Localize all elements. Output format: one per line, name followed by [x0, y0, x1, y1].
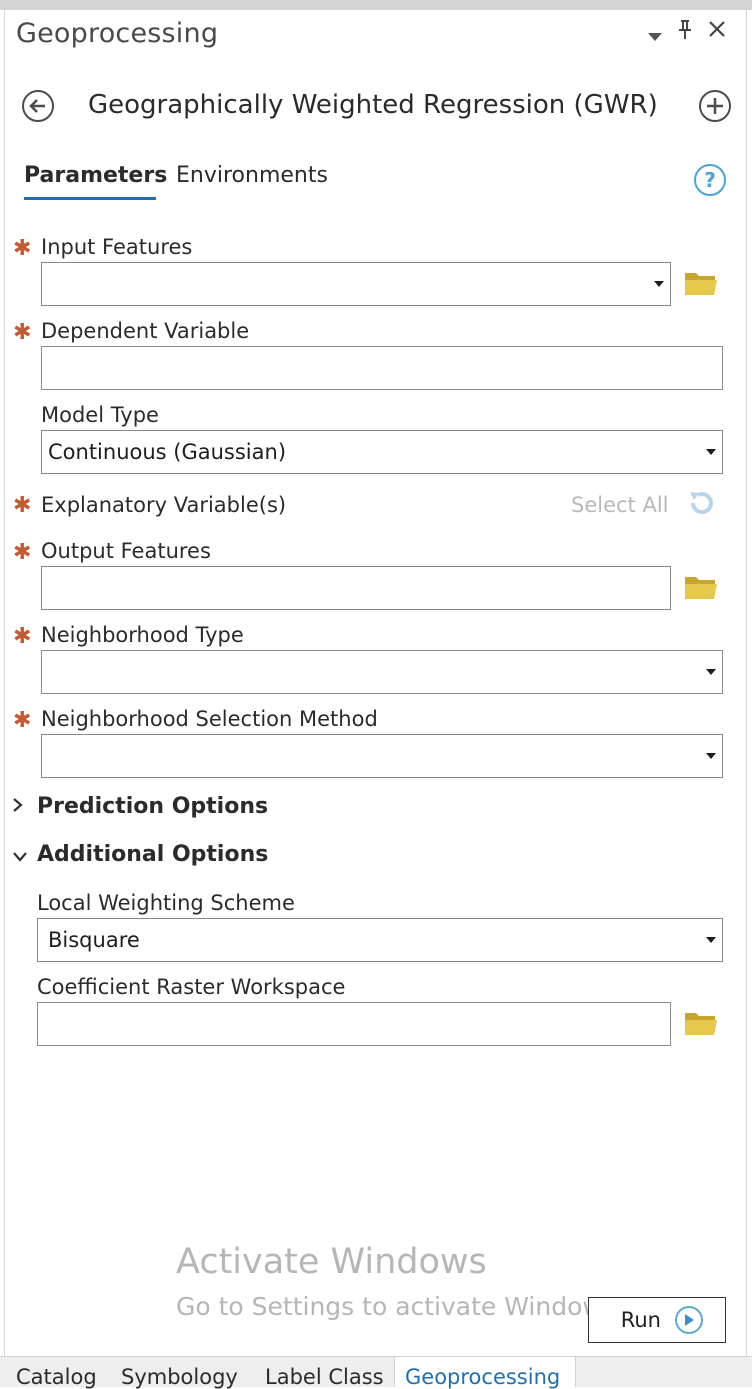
dropdown-caret-icon[interactable] [654, 281, 664, 287]
model-type-label: Model Type [41, 403, 159, 427]
input-features-field[interactable] [41, 262, 671, 306]
refresh-icon[interactable] [686, 488, 718, 522]
bottom-tab-symbology[interactable]: Symbology [121, 1365, 238, 1389]
tab-parameters[interactable]: Parameters [24, 163, 167, 188]
bottom-tab-label-class[interactable]: Label Class [265, 1365, 384, 1389]
activate-windows-watermark: Activate Windows [176, 1242, 487, 1282]
help-icon[interactable]: ? [694, 164, 726, 196]
folder-browse-icon[interactable] [684, 574, 718, 600]
active-tab-indicator [24, 197, 156, 200]
required-marker-icon: ✱ [13, 624, 32, 649]
run-button[interactable]: Run [588, 1297, 726, 1343]
additional-options-section[interactable]: Additional Options [37, 842, 268, 867]
prediction-options-section[interactable]: Prediction Options [37, 794, 268, 819]
dependent-variable-field[interactable] [41, 346, 723, 390]
pane-menu-dropdown-icon[interactable] [648, 28, 662, 47]
folder-browse-icon[interactable] [684, 1010, 718, 1036]
tool-title: Geographically Weighted Regression (GWR) [88, 90, 658, 120]
neighborhood-type-select[interactable] [41, 650, 723, 694]
coefficient-raster-workspace-label: Coefficient Raster Workspace [37, 975, 346, 999]
dropdown-caret-icon[interactable] [706, 669, 716, 675]
required-marker-icon: ✱ [13, 708, 32, 733]
play-icon [675, 1306, 703, 1334]
neighborhood-selection-method-label: Neighborhood Selection Method [41, 707, 378, 731]
required-marker-icon: ✱ [13, 493, 32, 518]
help-symbol: ? [704, 168, 716, 192]
model-type-select[interactable]: Continuous (Gaussian) [41, 430, 723, 474]
pane-title: Geoprocessing [16, 18, 219, 49]
bottom-tab-catalog[interactable]: Catalog [16, 1365, 97, 1389]
input-features-label: Input Features [41, 235, 193, 259]
chevron-right-icon[interactable] [12, 797, 24, 817]
window-top-strip [0, 0, 752, 10]
select-all-link[interactable]: Select All [571, 493, 669, 517]
close-icon[interactable] [708, 20, 726, 42]
required-marker-icon: ✱ [13, 320, 32, 345]
add-icon[interactable] [699, 90, 731, 122]
run-button-label: Run [620, 1308, 661, 1332]
model-type-value: Continuous (Gaussian) [48, 440, 287, 464]
required-marker-icon: ✱ [13, 540, 32, 565]
output-features-field[interactable] [41, 566, 671, 610]
dropdown-caret-icon[interactable] [706, 753, 716, 759]
required-marker-icon: ✱ [13, 236, 32, 261]
activate-windows-hint: Go to Settings to activate Windows. [176, 1292, 624, 1321]
bottom-tab-bar: Catalog Symbology Label Class Geoprocess… [0, 1356, 752, 1389]
coefficient-raster-workspace-field[interactable] [37, 1002, 671, 1046]
bottom-tab-geoprocessing[interactable]: Geoprocessing [405, 1365, 560, 1389]
tab-environments[interactable]: Environments [176, 163, 328, 188]
local-weighting-scheme-value: Bisquare [48, 928, 140, 952]
chevron-down-icon[interactable] [12, 848, 28, 867]
dependent-variable-label: Dependent Variable [41, 319, 250, 343]
explanatory-variables-label: Explanatory Variable(s) [41, 493, 287, 517]
dropdown-caret-icon[interactable] [706, 937, 716, 943]
back-arrow-icon[interactable] [22, 90, 54, 122]
dropdown-caret-icon[interactable] [706, 449, 716, 455]
pin-icon[interactable] [678, 20, 692, 44]
local-weighting-scheme-select[interactable]: Bisquare [37, 918, 723, 962]
output-features-label: Output Features [41, 539, 211, 563]
neighborhood-selection-method-select[interactable] [41, 734, 723, 778]
local-weighting-scheme-label: Local Weighting Scheme [37, 891, 295, 915]
folder-browse-icon[interactable] [684, 270, 718, 296]
neighborhood-type-label: Neighborhood Type [41, 623, 244, 647]
